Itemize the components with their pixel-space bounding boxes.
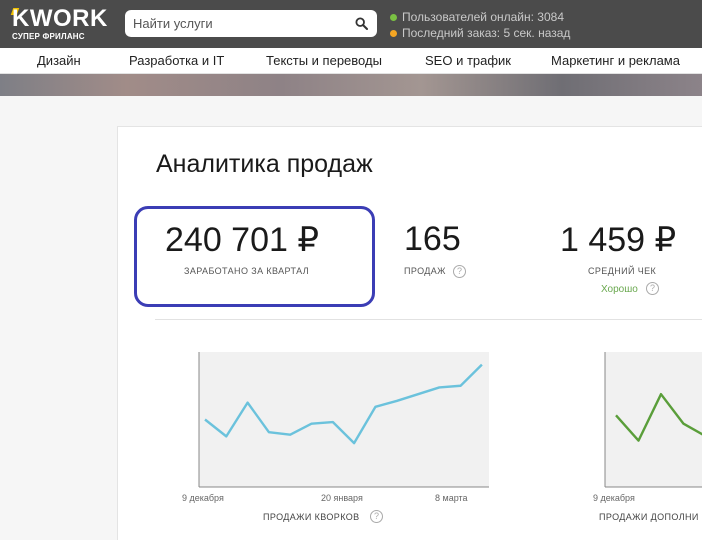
chart1-help-icon[interactable]: ? (370, 510, 383, 523)
chart1-title: ПРОДАЖИ КВОРКОВ (263, 512, 360, 522)
chart1-x-tick-2: 8 марта (435, 493, 468, 503)
chart1-plot-area (199, 352, 489, 487)
kwork-sales-chart (198, 352, 489, 488)
chart2-x-tick-0: 9 декабря (593, 493, 635, 503)
chart2-title: ПРОДАЖИ ДОПОЛНИ (599, 512, 699, 522)
extras-sales-chart (604, 352, 702, 488)
chart1-x-tick-0: 9 декабря (182, 493, 224, 503)
chart1-x-tick-1: 20 января (321, 493, 363, 503)
charts-canvas (198, 352, 702, 488)
